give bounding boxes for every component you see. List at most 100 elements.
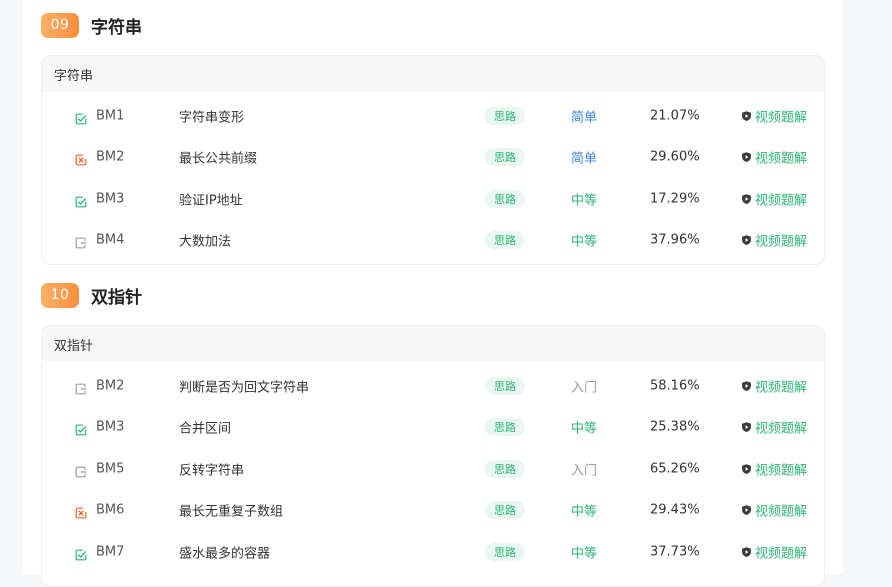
problem-title-link[interactable]: 大数加法 — [179, 231, 231, 250]
open-square-icon — [75, 380, 87, 395]
problem-code: BM3 — [96, 419, 125, 435]
check-square-icon — [75, 421, 87, 436]
shield-play-icon — [741, 193, 752, 204]
difficulty-label: 入门 — [571, 380, 598, 396]
problem-code: BM1 — [96, 108, 125, 124]
pass-rate: 29.43% — [650, 502, 700, 518]
pass-rate: 29.60% — [650, 149, 700, 165]
video-solution-link[interactable]: 视频题解 — [741, 418, 807, 437]
problem-card: 双指针 BM2 判断是否为回文字符串 思路 入门 58.16% 视频题解 BM3 合并区间 思路… — [41, 325, 825, 587]
problem-card: 字符串 BM1 字符串变形 思路 简单 21.07% 视频题解 BM2 最长公共前缀 思路 简单 2… — [41, 55, 825, 265]
video-solution-label: 视频题解 — [755, 193, 808, 209]
section-title: 字符串 — [91, 17, 142, 38]
shield-play-icon — [741, 422, 752, 433]
open-square-icon — [75, 234, 87, 249]
pass-rate: 25.38% — [650, 419, 700, 435]
video-solution-link[interactable]: 视频题解 — [741, 459, 807, 478]
problem-row[interactable]: BM7 盛水最多的容器 思路 中等 37.73% 视频题解 — [42, 531, 824, 573]
problem-row[interactable]: BM3 验证IP地址 思路 中等 17.29% 视频题解 — [42, 178, 824, 220]
problem-row[interactable]: BM1 字符串变形 思路 简单 21.07% 视频题解 — [42, 95, 824, 137]
hint-tag[interactable]: 思路 — [485, 501, 525, 520]
pass-rate: 17.29% — [650, 191, 700, 207]
problem-list-page: 09 字符串 字符串 BM1 字符串变形 思路 简单 21.07% 视频题解 BM2 最长公共… — [23, 0, 843, 587]
problem-title-link[interactable]: 盛水最多的容器 — [179, 542, 270, 561]
problem-title-link[interactable]: 验证IP地址 — [179, 189, 243, 208]
section-title: 双指针 — [91, 287, 142, 308]
hint-tag[interactable]: 思路 — [485, 459, 525, 478]
hint-tag[interactable]: 思路 — [485, 231, 525, 250]
video-solution-link[interactable]: 视频题解 — [741, 231, 807, 250]
video-solution-link[interactable]: 视频题解 — [741, 148, 807, 167]
hint-tag[interactable]: 思路 — [485, 189, 525, 208]
open-square-icon — [75, 463, 87, 478]
hint-tag[interactable]: 思路 — [485, 542, 525, 561]
hint-tag[interactable]: 思路 — [485, 418, 525, 437]
problem-rows: BM2 判断是否为回文字符串 思路 入门 58.16% 视频题解 BM3 合并区间 思路 中等 25… — [42, 362, 824, 573]
video-solution-label: 视频题解 — [755, 380, 808, 396]
problem-title-link[interactable]: 合并区间 — [179, 418, 231, 437]
video-solution-link[interactable]: 视频题解 — [741, 376, 807, 395]
difficulty-label: 中等 — [571, 421, 598, 437]
check-square-icon — [75, 193, 87, 208]
difficulty-label: 简单 — [571, 151, 598, 167]
hint-tag[interactable]: 思路 — [485, 376, 525, 395]
problem-rows: BM1 字符串变形 思路 简单 21.07% 视频题解 BM2 最长公共前缀 思路 简单 29.60… — [42, 92, 824, 261]
problem-code: BM5 — [96, 461, 125, 477]
section-header: 10 双指针 — [41, 282, 142, 308]
x-square-icon — [75, 504, 87, 519]
shield-play-icon — [741, 152, 752, 163]
pass-rate: 21.07% — [650, 108, 700, 124]
video-solution-label: 视频题解 — [755, 151, 808, 167]
problem-title-link[interactable]: 字符串变形 — [179, 106, 244, 125]
problem-title-link[interactable]: 最长公共前缀 — [179, 148, 257, 167]
problem-row[interactable]: BM3 合并区间 思路 中等 25.38% 视频题解 — [42, 407, 824, 449]
problem-title-link[interactable]: 最长无重复子数组 — [179, 501, 283, 520]
hint-tag[interactable]: 思路 — [485, 148, 525, 167]
card-title: 字符串 — [42, 56, 824, 92]
difficulty-label: 简单 — [571, 110, 598, 126]
card-title: 双指针 — [42, 326, 824, 362]
problem-row[interactable]: BM6 最长无重复子数组 思路 中等 29.43% 视频题解 — [42, 490, 824, 532]
video-solution-label: 视频题解 — [755, 234, 808, 250]
shield-play-icon — [741, 546, 752, 557]
shield-play-icon — [741, 235, 752, 246]
check-square-icon — [75, 546, 87, 561]
problem-code: BM7 — [96, 544, 125, 560]
video-solution-label: 视频题解 — [755, 110, 808, 126]
video-solution-link[interactable]: 视频题解 — [741, 106, 807, 125]
hint-tag[interactable]: 思路 — [485, 106, 525, 125]
video-solution-label: 视频题解 — [755, 463, 808, 479]
pass-rate: 58.16% — [650, 378, 700, 394]
problem-row[interactable]: BM2 最长公共前缀 思路 简单 29.60% 视频题解 — [42, 137, 824, 179]
video-solution-link[interactable]: 视频题解 — [741, 542, 807, 561]
difficulty-label: 中等 — [571, 234, 598, 250]
shield-play-icon — [741, 505, 752, 516]
difficulty-label: 中等 — [571, 546, 598, 562]
check-square-icon — [75, 110, 87, 125]
problem-title-link[interactable]: 判断是否为回文字符串 — [179, 376, 309, 395]
section-number-badge: 09 — [41, 12, 79, 38]
problem-row[interactable]: BM2 判断是否为回文字符串 思路 入门 58.16% 视频题解 — [42, 365, 824, 407]
problem-title-link[interactable]: 反转字符串 — [179, 459, 244, 478]
section-number-badge: 10 — [41, 282, 79, 308]
problem-row[interactable]: BM4 大数加法 思路 中等 37.96% 视频题解 — [42, 220, 824, 262]
shield-play-icon — [741, 110, 752, 121]
video-solution-label: 视频题解 — [755, 504, 808, 520]
shield-play-icon — [741, 380, 752, 391]
pass-rate: 37.96% — [650, 232, 700, 248]
shield-play-icon — [741, 463, 752, 474]
video-solution-label: 视频题解 — [755, 546, 808, 562]
problem-row[interactable]: BM5 反转字符串 思路 入门 65.26% 视频题解 — [42, 448, 824, 490]
difficulty-label: 入门 — [571, 463, 598, 479]
video-solution-link[interactable]: 视频题解 — [741, 501, 807, 520]
pass-rate: 65.26% — [650, 461, 700, 477]
section-header: 09 字符串 — [41, 12, 142, 38]
problem-code: BM4 — [96, 232, 125, 248]
video-solution-link[interactable]: 视频题解 — [741, 189, 807, 208]
difficulty-label: 中等 — [571, 193, 598, 209]
problem-code: BM2 — [96, 378, 125, 394]
problem-code: BM2 — [96, 149, 125, 165]
pass-rate: 37.73% — [650, 544, 700, 560]
x-square-icon — [75, 151, 87, 166]
problem-code: BM3 — [96, 191, 125, 207]
